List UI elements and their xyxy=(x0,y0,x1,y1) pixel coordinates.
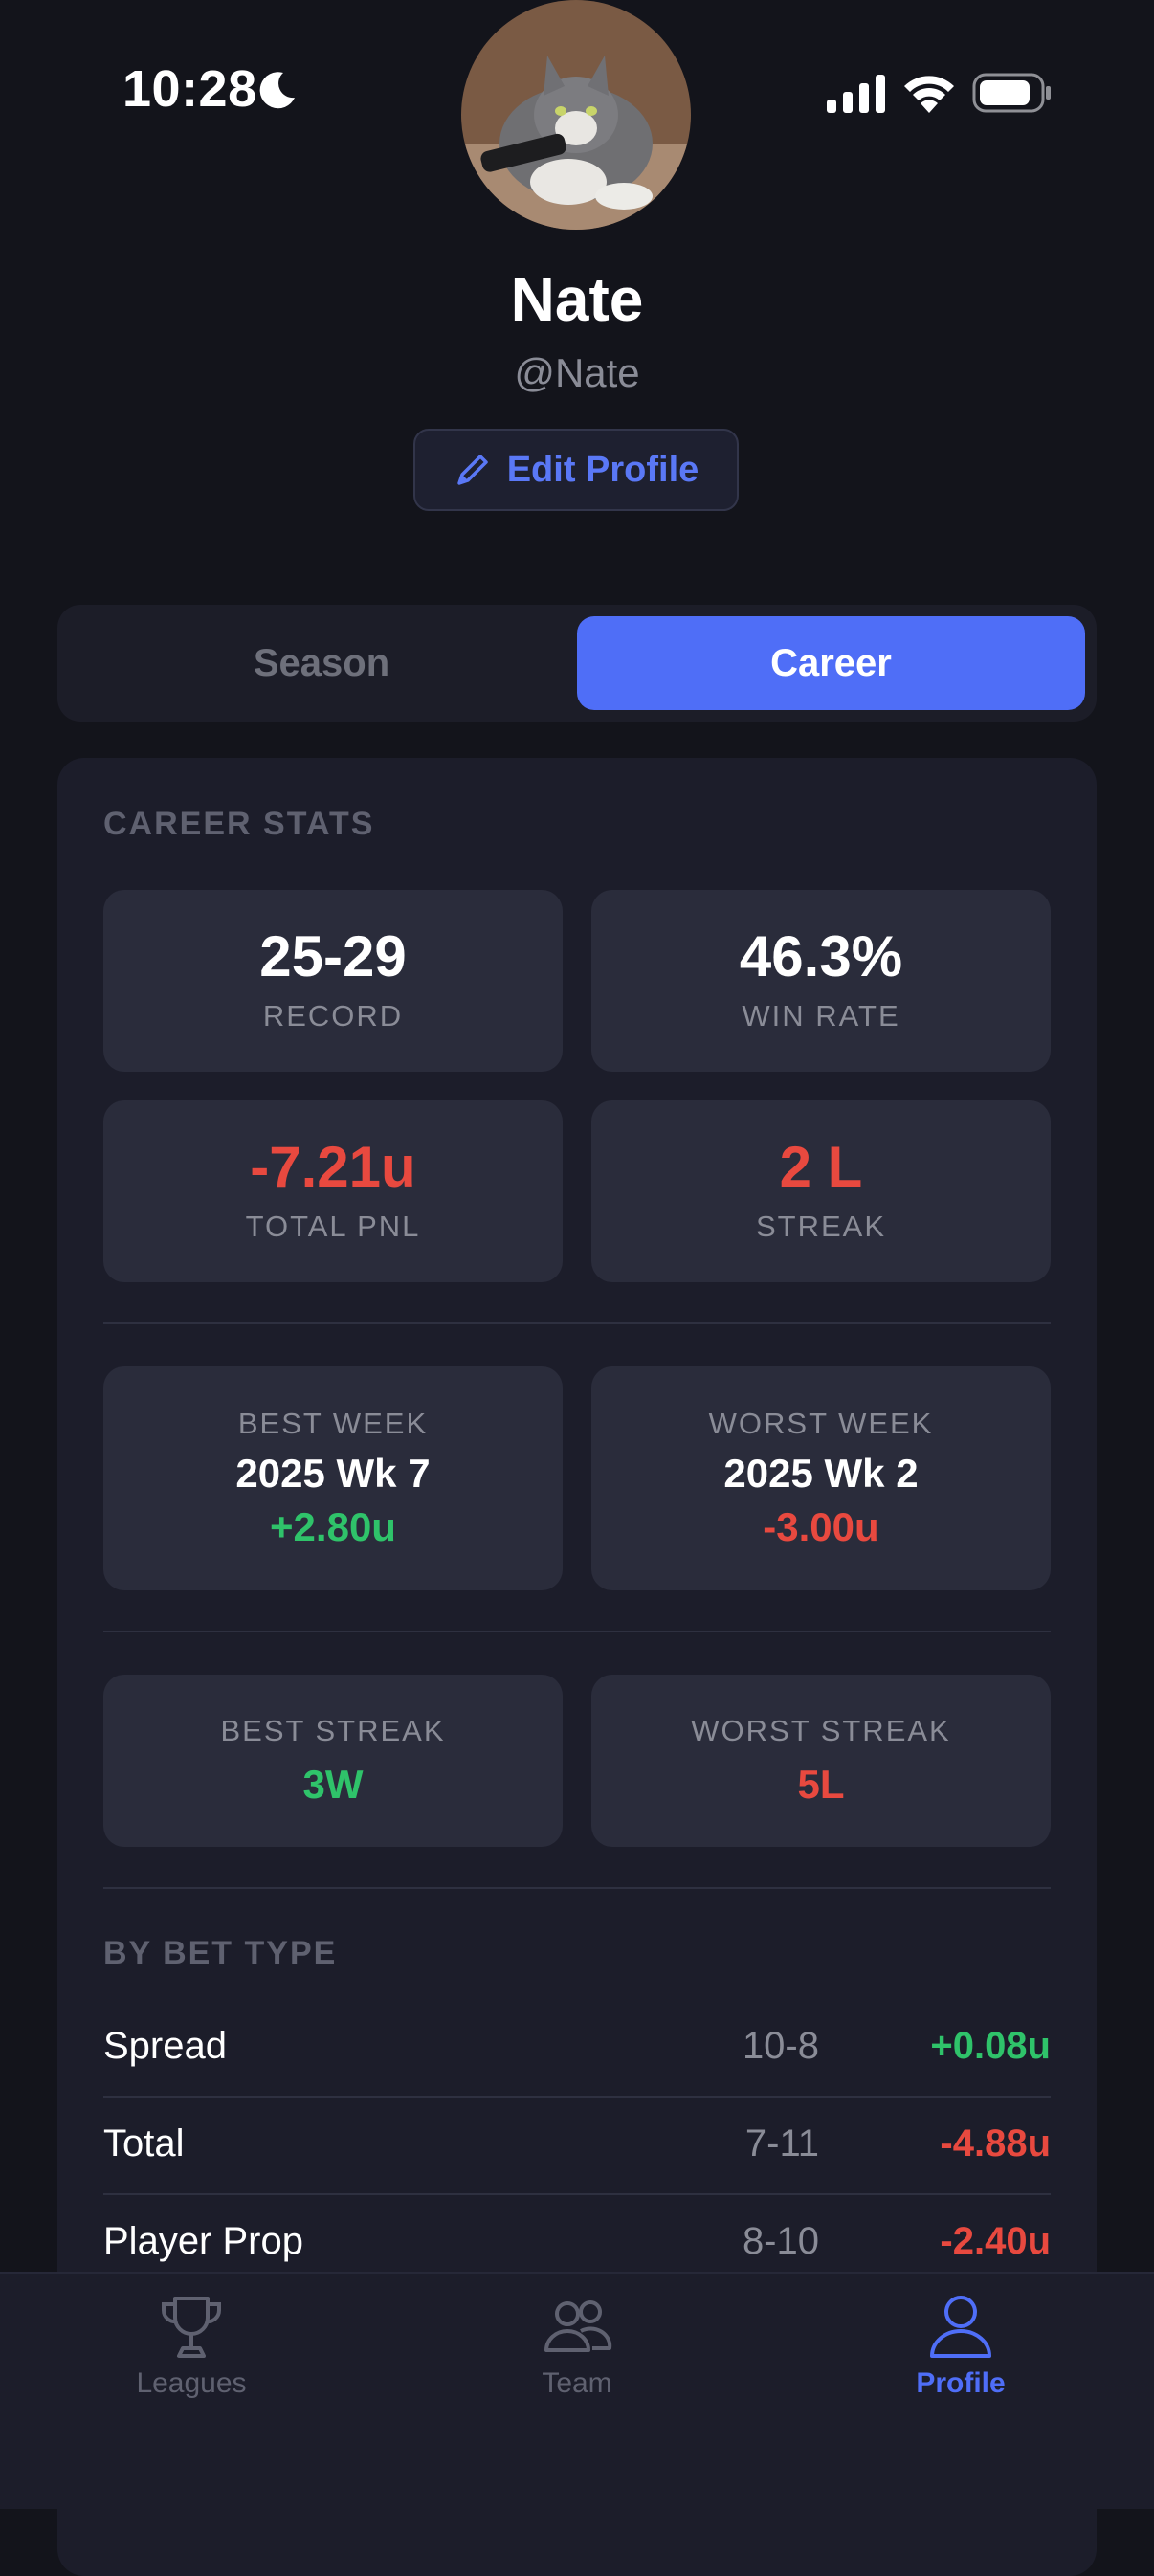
people-icon xyxy=(544,2300,612,2352)
divider xyxy=(103,1887,1051,1889)
bet-type-record: 8-10 xyxy=(742,2220,819,2262)
person-icon xyxy=(930,2296,991,2358)
tab-profile-label: Profile xyxy=(916,2367,1006,2399)
best-streak-value: 3W xyxy=(302,1762,364,1807)
tab-leagues-label: Leagues xyxy=(136,2367,247,2399)
best-week-tile: BEST WEEK 2025 Wk 7 +2.80u xyxy=(103,1366,563,1590)
best-week-pnl: +2.80u xyxy=(270,1504,396,1549)
tab-team[interactable]: Team xyxy=(453,2293,701,2400)
best-week-name: 2025 Wk 7 xyxy=(235,1451,431,1496)
bet-type-label: Player Prop xyxy=(103,2220,303,2262)
total-pnl-value: -7.21u xyxy=(250,1135,416,1199)
worst-week-label: WORST WEEK xyxy=(708,1407,934,1440)
row-divider xyxy=(103,2193,1051,2195)
streak-value: 2 L xyxy=(779,1135,863,1199)
segment-season[interactable]: Season xyxy=(69,616,574,710)
worst-streak-tile: WORST STREAK 5L xyxy=(591,1675,1051,1847)
win-rate-value: 46.3% xyxy=(739,924,903,988)
divider xyxy=(103,1322,1051,1324)
edit-profile-label: Edit Profile xyxy=(506,449,699,490)
best-streak-tile: BEST STREAK 3W xyxy=(103,1675,563,1847)
worst-week-name: 2025 Wk 2 xyxy=(723,1451,919,1496)
pencil-icon xyxy=(456,455,488,485)
worst-streak-value: 5L xyxy=(797,1762,845,1807)
by-bet-type-title: BY BET TYPE xyxy=(103,1935,338,1971)
tab-leagues[interactable]: Leagues xyxy=(67,2293,316,2400)
battery-icon xyxy=(972,73,1051,113)
worst-week-pnl: -3.00u xyxy=(763,1504,879,1549)
divider xyxy=(103,1631,1051,1632)
tab-profile[interactable]: Profile xyxy=(836,2293,1085,2400)
avatar[interactable] xyxy=(461,0,691,230)
record-label: RECORD xyxy=(262,999,404,1033)
total-pnl-label: TOTAL PNL xyxy=(245,1210,421,1243)
win-rate-label: WIN RATE xyxy=(742,999,900,1033)
bet-type-pnl: -2.40u xyxy=(940,2220,1051,2262)
bet-type-record: 7-11 xyxy=(744,2122,819,2165)
worst-week-tile: WORST WEEK 2025 Wk 2 -3.00u xyxy=(591,1366,1051,1590)
tab-team-label: Team xyxy=(542,2367,612,2399)
bet-type-record: 10-8 xyxy=(742,2025,819,2067)
bet-type-pnl: +0.08u xyxy=(930,2025,1051,2067)
streak-tile: 2 L STREAK xyxy=(591,1100,1051,1282)
profile-handle: @Nate xyxy=(514,350,640,395)
record-value: 25-29 xyxy=(259,924,407,988)
total-pnl-tile: -7.21u TOTAL PNL xyxy=(103,1100,563,1282)
best-streak-label: BEST STREAK xyxy=(220,1714,446,1747)
career-stats-title: CAREER STATS xyxy=(103,806,375,842)
moon-icon xyxy=(259,72,295,109)
edit-profile-button[interactable]: Edit Profile xyxy=(413,429,739,511)
win-rate-tile: 46.3% WIN RATE xyxy=(591,890,1051,1072)
status-time: 10:28 xyxy=(122,60,257,118)
bet-type-pnl: -4.88u xyxy=(940,2122,1051,2165)
trophy-icon xyxy=(161,2297,222,2358)
bet-type-label: Total xyxy=(103,2122,185,2165)
wifi-icon xyxy=(904,76,954,113)
row-divider xyxy=(103,2096,1051,2098)
avatar-image xyxy=(461,0,691,230)
segment-career[interactable]: Career xyxy=(577,616,1085,710)
profile-name: Nate xyxy=(510,265,644,334)
worst-streak-label: WORST STREAK xyxy=(691,1714,951,1747)
bet-type-label: Spread xyxy=(103,2025,227,2067)
cellular-signal-icon xyxy=(827,75,885,113)
best-week-label: BEST WEEK xyxy=(237,1407,429,1440)
record-tile: 25-29 RECORD xyxy=(103,890,563,1072)
streak-label: STREAK xyxy=(755,1210,887,1243)
